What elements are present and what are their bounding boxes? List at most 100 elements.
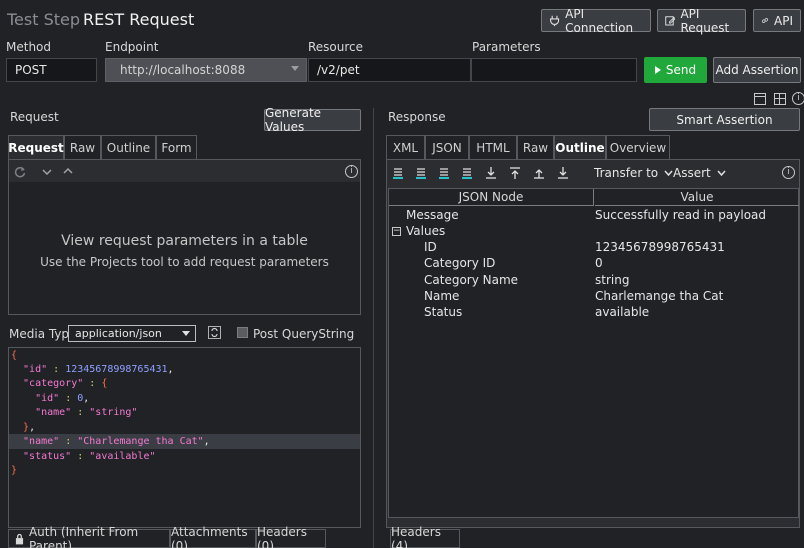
request-heading: Request [10, 110, 59, 124]
resource-input[interactable]: /v2/pet [308, 58, 471, 82]
code-line: "id" : 12345678998765431, [11, 364, 174, 375]
tab-xml[interactable]: XML [386, 135, 425, 159]
media-type-label: Media Type [9, 327, 77, 341]
params-empty-area: View request parameters in a table Use t… [9, 182, 360, 314]
code-line: }, [11, 422, 36, 433]
code-line: "name" : "Charlemange tha Cat", [11, 436, 210, 447]
post-querystring-label: Post QueryString [253, 327, 355, 341]
add-assertion-button[interactable]: Add Assertion [713, 57, 801, 83]
api-button[interactable]: API [753, 9, 801, 32]
chevron-down-icon [717, 170, 726, 176]
tab-auth[interactable]: Auth (Inherit From Parent) [8, 525, 170, 548]
chevron-down-icon [182, 331, 190, 336]
chevron-down-icon [664, 170, 673, 176]
tree-value-name: Charlemange tha Cat [595, 289, 724, 303]
post-querystring-checkbox[interactable] [237, 327, 248, 338]
media-type-value: application/json [75, 327, 162, 340]
tab-json[interactable]: JSON [425, 135, 469, 159]
column-header-json-node[interactable]: JSON Node [389, 189, 594, 206]
tree-node-values[interactable]: Values [406, 223, 445, 239]
tab-form[interactable]: Form [156, 135, 197, 159]
tree-node-message[interactable]: Message [406, 207, 459, 223]
api-request-button[interactable]: API Request [657, 6, 746, 35]
parameters-input[interactable] [471, 58, 637, 82]
tab-raw[interactable]: Raw [64, 135, 101, 159]
move-up-icon[interactable] [533, 166, 545, 180]
align-bottom-icon[interactable] [438, 166, 450, 180]
smart-assertion-button[interactable]: Smart Assertion [649, 108, 800, 131]
link-icon [762, 18, 769, 23]
tab-response-headers[interactable]: Headers (4) [390, 525, 460, 548]
tree-node-status[interactable]: Status [424, 304, 462, 320]
format-icon[interactable] [208, 326, 221, 339]
media-type-select[interactable]: application/json [68, 325, 196, 342]
method-label: Method [6, 40, 52, 54]
tree-node-category-id[interactable]: Category ID [424, 255, 495, 271]
request-params-panel: i View request parameters in a table Use… [8, 159, 361, 315]
info-icon[interactable]: i [792, 92, 804, 105]
move-bottom-icon[interactable] [557, 166, 569, 180]
resource-value: /v2/pet [317, 63, 360, 77]
align-top-icon[interactable] [392, 166, 404, 180]
outline-table: JSON Node Value Message Successfully rea… [388, 188, 799, 518]
layout-grid-icon[interactable] [774, 93, 786, 105]
tree-value-category-name: string [595, 273, 630, 287]
api-connection-button[interactable]: API Connection [541, 6, 651, 35]
play-icon [654, 66, 661, 74]
move-top-icon[interactable] [509, 166, 521, 180]
plug-icon [550, 15, 560, 27]
page-title: REST Request [83, 10, 195, 29]
split-divider[interactable] [373, 108, 374, 548]
chevron-up-icon[interactable] [63, 167, 73, 175]
title-prefix: Test Step [7, 10, 81, 29]
tab-overview[interactable]: Overview [606, 135, 670, 159]
empty-title: View request parameters in a table [61, 233, 308, 249]
transfer-to-dropdown[interactable]: Transfer to [594, 166, 673, 180]
tab-attachments[interactable]: Attachments (0) [170, 525, 256, 548]
send-button[interactable]: Send [644, 57, 707, 83]
parameters-label: Parameters [472, 40, 541, 54]
tab-auth-label: Auth (Inherit From Parent) [28, 524, 139, 548]
tree-value-category-id: 0 [595, 256, 603, 270]
refresh-icon[interactable] [14, 166, 26, 178]
empty-subtitle: Use the Projects tool to add request par… [40, 255, 329, 269]
column-header-value[interactable]: Value [595, 189, 799, 206]
endpoint-select[interactable]: http://localhost:8088 [105, 58, 307, 82]
info-icon[interactable]: i [782, 166, 795, 179]
assert-dropdown[interactable]: Assert [673, 166, 726, 180]
info-icon[interactable]: i [345, 165, 358, 178]
code-line: "id" : 0, [11, 393, 90, 404]
tab-outline-response[interactable]: Outline [554, 135, 606, 159]
request-body-editor[interactable]: { "id" : 12345678998765431, "category" :… [8, 347, 361, 528]
code-line: { [11, 350, 18, 361]
send-label: Send [665, 63, 697, 77]
tab-headers[interactable]: Headers (0) [256, 525, 326, 548]
align-center-icon[interactable] [415, 166, 427, 180]
tab-raw-response[interactable]: Raw [517, 135, 554, 159]
code-line: } [11, 465, 18, 476]
tab-html[interactable]: HTML [469, 135, 517, 159]
tree-node-id[interactable]: ID [424, 239, 437, 255]
tree-value-message: Successfully read in payload [595, 208, 767, 222]
resource-label: Resource [308, 40, 364, 54]
api-connection-label: API Connection [565, 6, 634, 35]
lock-icon [15, 533, 24, 544]
tree-node-name[interactable]: Name [424, 288, 459, 304]
align-justify-icon[interactable] [461, 166, 473, 180]
layout-single-icon[interactable] [754, 93, 766, 105]
move-down-icon[interactable] [485, 166, 497, 180]
method-select[interactable]: POST [6, 58, 97, 82]
api-label: API [774, 13, 793, 28]
tab-outline[interactable]: Outline [101, 135, 156, 159]
tab-request[interactable]: Request [8, 135, 64, 159]
tree-node-category-name[interactable]: Category Name [424, 272, 518, 288]
collapse-icon[interactable]: − [392, 227, 401, 236]
code-line: "status" : "available" [11, 451, 156, 462]
response-heading: Response [388, 110, 446, 124]
edit-icon [665, 16, 676, 26]
chevron-down-icon [291, 66, 299, 71]
chevron-down-icon[interactable] [42, 168, 52, 176]
transfer-to-label: Transfer to [594, 166, 659, 180]
api-request-label: API Request [680, 6, 730, 35]
generate-values-button[interactable]: Generate Values [264, 106, 361, 134]
